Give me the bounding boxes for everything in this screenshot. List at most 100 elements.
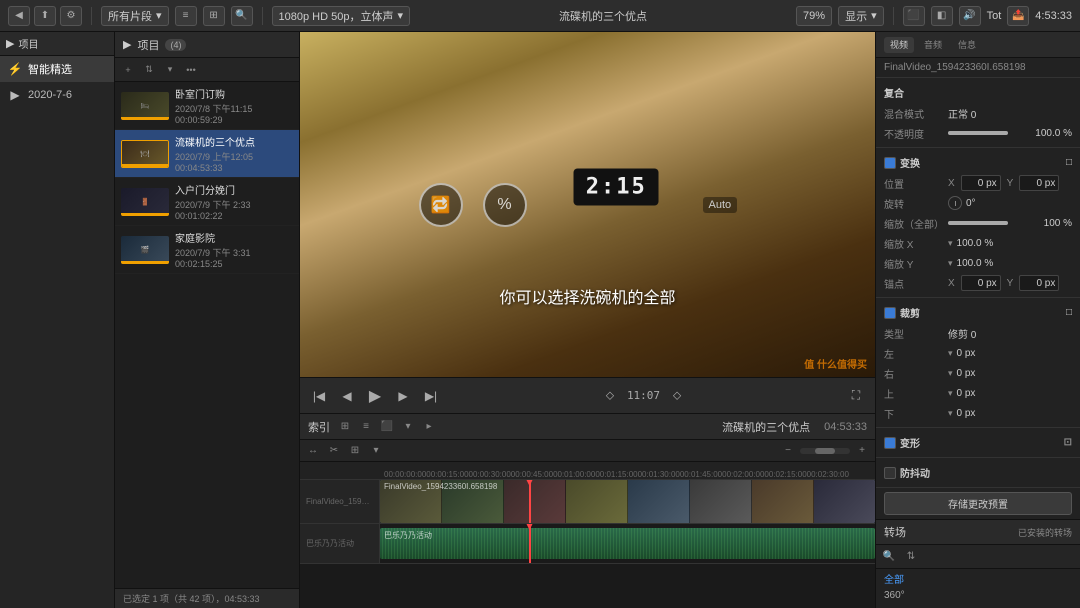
clip-item-selected[interactable]: 🍽 流碟机的三个优点 2020/7/9 上午12:05 00:04:53:33 xyxy=(115,130,299,178)
effects-btn[interactable]: ◧ xyxy=(931,6,953,26)
panel-more-btn[interactable]: ••• xyxy=(182,62,200,78)
audio-clip[interactable]: 巴乐乃乃活动 xyxy=(380,528,875,559)
audio-track-content[interactable]: 巴乐乃乃活动 xyxy=(380,524,875,563)
chevron-down-icon: ▾ xyxy=(156,9,162,22)
video-circle-btn-1: 🔁 xyxy=(419,183,463,227)
panel-sort-btn[interactable]: ⇅ xyxy=(140,62,158,78)
scale-value: 100 % xyxy=(1012,218,1072,229)
settings-btn[interactable]: ⚙ xyxy=(60,6,82,26)
transitions-search-btn[interactable]: 🔍 xyxy=(880,549,898,565)
anchor-y-input[interactable] xyxy=(1019,275,1059,291)
zoom-dropdown[interactable]: 79% xyxy=(796,6,832,26)
transform-checkbox[interactable] xyxy=(884,157,896,169)
clip-start-btn[interactable]: |◀ xyxy=(308,385,330,407)
tl-zoom-out[interactable]: − xyxy=(779,443,797,459)
position-y-input[interactable]: 0 px xyxy=(1019,175,1059,191)
audio-btn[interactable]: 🔊 xyxy=(959,6,981,26)
composite-title[interactable]: 复合 xyxy=(876,82,1080,103)
clip-item-4[interactable]: 🎬 家庭影院 2020/7/9 下午 3:31 00:02:15:25 xyxy=(115,226,299,274)
share-btn[interactable]: ⬆ xyxy=(34,6,56,26)
timeline-btn-1[interactable]: ⊞ xyxy=(336,419,354,435)
transform-label: 变换 xyxy=(900,155,920,170)
clip-duration-3: 00:01:02:22 xyxy=(175,211,293,221)
crop-title[interactable]: 裁剪 □ xyxy=(876,302,1080,323)
left-sidebar: ▶ 项目 ⚡ 智能精选 ▶ 2020-7-6 xyxy=(0,32,115,608)
sidebar-item-date[interactable]: ▶ 2020-7-6 xyxy=(0,82,114,108)
inspector-tab-video[interactable]: 视频 xyxy=(884,37,914,53)
stabilize-checkbox[interactable] xyxy=(884,467,896,479)
video-track-content[interactable]: FinalVideo_159423360I.658198 xyxy=(380,480,875,523)
tl-zoom-slider[interactable] xyxy=(800,448,850,454)
mark-out-btn[interactable]: ⬦ xyxy=(666,385,688,407)
distort-title[interactable]: 变形 ⊡ xyxy=(876,432,1080,453)
mark-in-btn[interactable]: ⬦ xyxy=(599,385,621,407)
search-btn[interactable]: 🔍 xyxy=(231,6,253,26)
back-btn[interactable]: ◀ xyxy=(8,6,30,26)
inspector-tab-audio[interactable]: 音频 xyxy=(918,37,948,53)
prev-frame-btn[interactable]: ◀ xyxy=(336,385,358,407)
tl-tool-2[interactable]: ✂ xyxy=(325,443,343,459)
divider-2 xyxy=(262,7,263,25)
timeline-btn-4[interactable]: ▾ xyxy=(399,419,417,435)
position-x-input[interactable]: 0 px xyxy=(961,175,1001,191)
transition-cat-all[interactable]: 全部 xyxy=(876,569,1080,588)
play-btn[interactable]: ▶ xyxy=(364,385,386,407)
timeline-btn-3[interactable]: ⬛ xyxy=(378,419,396,435)
save-preset-btn[interactable]: 存储更改预置 xyxy=(884,492,1072,515)
transform-title[interactable]: 变换 □ xyxy=(876,152,1080,173)
crop-checkbox[interactable] xyxy=(884,307,896,319)
clip-item[interactable]: 🛏 卧室门订购 2020/7/8 下午11:15 00:00:59:29 xyxy=(115,82,299,130)
transition-cat-dissolve[interactable]: 溶解 xyxy=(876,603,1080,608)
segments-dropdown[interactable]: 所有片段 ▾ xyxy=(101,6,169,26)
list-view-btn[interactable]: ≡ xyxy=(175,6,197,26)
clip-item-3[interactable]: 🚪 入户门分娩门 2020/7/9 下午 2:33 00:01:02:22 xyxy=(115,178,299,226)
transitions-sort-btn[interactable]: ⇅ xyxy=(902,549,920,565)
timeline-btn-5[interactable]: ▸ xyxy=(420,419,438,435)
divider-1 xyxy=(91,7,92,25)
stabilize-title[interactable]: 防抖动 xyxy=(876,462,1080,483)
sidebar-item-smart-collections[interactable]: ⚡ 智能精选 xyxy=(0,56,114,82)
scale-slider[interactable] xyxy=(948,221,1008,225)
panel-title: 项目 xyxy=(137,37,159,53)
inspector-tab-info[interactable]: 信息 xyxy=(952,37,982,53)
timeline-ruler: 00:00:00:00 00:00:15:00 00:00:30:00 00:0… xyxy=(300,462,875,480)
timeline-btn-2[interactable]: ≡ xyxy=(357,419,375,435)
ruler-mark-6: 00:01:30:00 xyxy=(638,470,680,479)
next-frame-btn[interactable]: ▶ xyxy=(392,385,414,407)
clip-duration-1: 00:00:59:29 xyxy=(175,115,293,125)
clip-end-btn[interactable]: ▶| xyxy=(420,385,442,407)
export-btn[interactable]: 📤 xyxy=(1007,6,1029,26)
timeline-tracks: FinalVideo_159423360I.658198 xyxy=(300,480,875,608)
main-video-clip[interactable]: FinalVideo_159423360I.658198 xyxy=(380,480,875,523)
tl-tool-1[interactable]: ↔ xyxy=(304,443,322,459)
resolution-dropdown[interactable]: 1080p HD 50p，立体声 ▾ xyxy=(272,6,410,26)
panel-new-btn[interactable]: + xyxy=(119,62,137,78)
view-dropdown[interactable]: 显示 ▾ xyxy=(838,6,884,26)
crop-expand[interactable]: □ xyxy=(1066,307,1072,318)
distort-checkbox[interactable] xyxy=(884,437,896,449)
video-overlay-controls: 🔁 % xyxy=(419,183,527,227)
tl-zoom-in[interactable]: + xyxy=(853,443,871,459)
tl-tool-3[interactable]: ⊞ xyxy=(346,443,364,459)
anchor-x-input[interactable] xyxy=(961,275,1001,291)
ruler-mark-2: 00:00:30:00 xyxy=(469,470,511,479)
inspector-btn[interactable]: ⬛ xyxy=(903,6,925,26)
transform-section: 变换 □ 位置 X 0 px Y 0 px 旋转 0° 缩放（ xyxy=(876,148,1080,298)
clip-title-1: 卧室门订购 xyxy=(175,86,293,101)
rotation-dial[interactable] xyxy=(948,196,962,210)
stabilize-label: 防抖动 xyxy=(900,465,930,480)
inspector-header: 视频 音频 信息 xyxy=(876,32,1080,58)
fullscreen-btn[interactable]: ⛶ xyxy=(845,385,867,407)
opacity-slider[interactable] xyxy=(948,131,1008,135)
transition-cat-360[interactable]: 360° xyxy=(876,588,1080,603)
ruler-label-3: 00:00:45:00 xyxy=(511,470,553,479)
ruler-mark-0: 00:00:00:00 xyxy=(384,470,426,479)
preview-area: 🔁 % 2:15 Auto 你可以选择洗 xyxy=(300,32,875,413)
transform-expand[interactable]: □ xyxy=(1066,157,1072,168)
sidebar-item-label-2: 2020-7-6 xyxy=(28,89,72,101)
tl-tool-4[interactable]: ▾ xyxy=(367,443,385,459)
crop-type-row: 类型 修剪 0 xyxy=(876,323,1080,343)
grid-view-btn[interactable]: ⊞ xyxy=(203,6,225,26)
panel-filter-btn[interactable]: ▾ xyxy=(161,62,179,78)
playhead[interactable] xyxy=(529,480,531,523)
